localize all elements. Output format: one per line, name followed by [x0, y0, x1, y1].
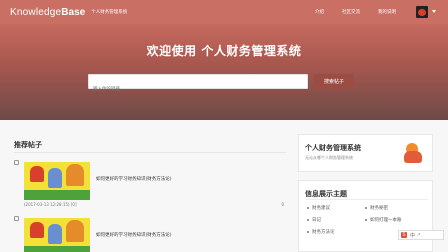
card-title: 个人财务管理系统: [305, 144, 361, 152]
posts-column: 推荐帖子 如何更好的学习财务知识(财务方法论) (2017-03-13 12:2…: [14, 120, 286, 252]
ime-toolbar[interactable]: S 中 ·°: [398, 230, 444, 240]
info-item[interactable]: 财务秘密: [365, 205, 388, 211]
post-title[interactable]: 如何更好的学习财务知识(财务方法论): [96, 232, 172, 238]
system-card: 个人财务管理系统 无论从哪个人财务管理系统: [298, 134, 433, 172]
info-title: 信息展示主题: [305, 190, 347, 198]
brand-name-part2: Base: [61, 6, 86, 18]
ime-logo-icon: S: [401, 232, 407, 238]
checkbox-icon[interactable]: [14, 160, 19, 165]
info-item[interactable]: 财务建议: [307, 205, 330, 211]
hero-title: 欢迎使用 个人财务管理系统: [146, 44, 302, 58]
avatar[interactable]: [416, 6, 428, 18]
post-title[interactable]: 如何更好的学习财务知识(财务方法论): [96, 176, 172, 182]
card-subtitle: 无论从哪个人财务管理系统: [305, 155, 353, 160]
chevron-down-icon[interactable]: [432, 10, 436, 13]
post-thumbnail[interactable]: [24, 218, 90, 252]
brand-subtitle: 个人财务管理系统: [91, 10, 128, 15]
brand-logo[interactable]: Knowledge Base: [10, 7, 85, 18]
divider: [14, 152, 286, 153]
info-item[interactable]: 日记: [307, 217, 321, 223]
ime-mode-icon[interactable]: 中 ·°: [410, 232, 421, 239]
search-input[interactable]: [89, 82, 307, 95]
post-thumbnail[interactable]: [24, 162, 90, 200]
nav-item-explain[interactable]: 我的说明: [378, 9, 396, 15]
main-content: 推荐帖子 如何更好的学习财务知识(财务方法论) (2017-03-13 12:2…: [0, 120, 448, 252]
post-likes: 0: [281, 202, 284, 207]
post-meta: (2017-03-13 12:28:15) [0]: [24, 202, 77, 207]
divider: [305, 199, 428, 200]
hero-banner: 欢迎使用 个人财务管理系统 搜索帖子: [0, 24, 448, 120]
checkbox-icon[interactable]: [14, 216, 19, 221]
search-button[interactable]: 搜索帖子: [314, 74, 354, 89]
mascot-icon: [404, 143, 424, 165]
nav-menu: 介绍 社区交流 我的说明: [315, 0, 396, 24]
nav-item-community[interactable]: 社区交流: [342, 9, 360, 15]
search-field[interactable]: [88, 74, 308, 95]
brand-name-part1: Knowledge: [10, 6, 62, 18]
info-item[interactable]: 财务方法论: [307, 229, 335, 235]
info-panel: 信息展示主题 财务建议 财务秘密 日记 如何打理一本账 财务方法论: [298, 180, 433, 252]
nav-item-intro[interactable]: 介绍: [315, 9, 324, 15]
info-item[interactable]: 如何打理一本账: [365, 217, 402, 223]
section-title: 推荐帖子: [14, 141, 42, 149]
